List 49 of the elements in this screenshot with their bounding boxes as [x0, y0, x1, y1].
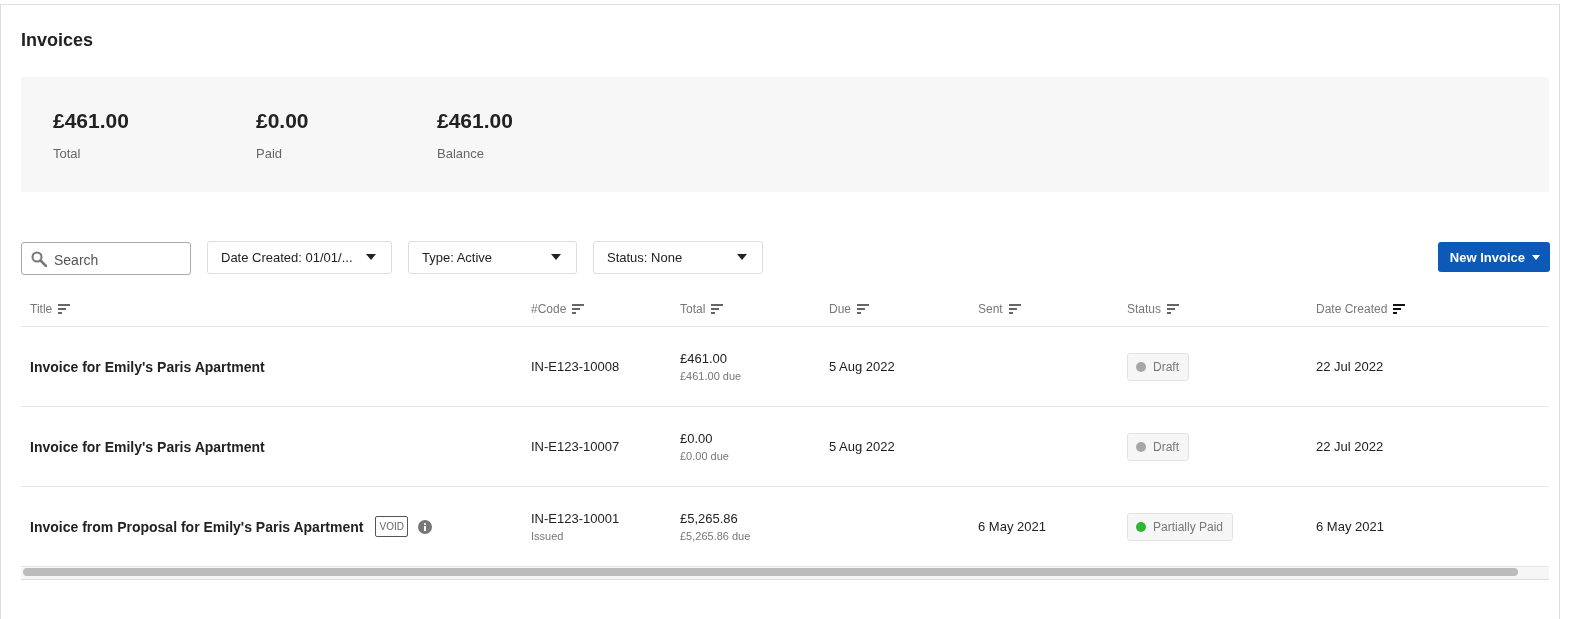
- summary-label: Total: [53, 145, 82, 161]
- status-badge: Draft: [1127, 432, 1189, 461]
- due-date: 5 Aug 2022: [829, 359, 895, 374]
- created-date: 22 Jul 2022: [1316, 359, 1384, 374]
- total-amount: £0.00: [680, 431, 713, 446]
- summary-label: Balance: [437, 145, 485, 161]
- invoice-code: IN-E123-10001: [531, 511, 620, 526]
- invoice-title[interactable]: Invoice from Proposal for Emily's Paris Apartment: [30, 518, 364, 535]
- status-badge: Partially Paid: [1127, 512, 1234, 541]
- invoice-code: IN-E123-10007: [531, 439, 620, 454]
- new-invoice-button[interactable]: New Invoice: [1437, 242, 1550, 272]
- info-icon: [417, 519, 432, 534]
- summary-amount: £0.00: [256, 108, 310, 133]
- amount-due: £5,265.86 due: [680, 530, 751, 542]
- column-header[interactable]: Status: [1118, 301, 1180, 316]
- amount-due: £0.00 due: [680, 450, 729, 462]
- search-icon: [31, 251, 47, 267]
- total-amount: £5,265.86: [680, 511, 738, 526]
- invoice-code: IN-E123-10008: [531, 359, 620, 374]
- filter-dropdown[interactable]: Type: Active: [408, 240, 577, 274]
- summary-amount: £461.00: [437, 108, 513, 133]
- scrollbar[interactable]: [23, 568, 1518, 576]
- filter-dropdown[interactable]: Status: None: [593, 240, 763, 274]
- column-header[interactable]: Date Created: [1307, 301, 1406, 316]
- column-header[interactable]: Total: [671, 301, 724, 316]
- caret-icon: [737, 254, 747, 260]
- summary-label: Paid: [256, 145, 284, 161]
- page-title: Invoices: [21, 29, 95, 52]
- caret-icon: [1532, 254, 1540, 260]
- column-header[interactable]: Due: [820, 301, 869, 316]
- created-date: 6 May 2021: [1316, 519, 1384, 534]
- amount-due: £461.00 due: [680, 370, 742, 382]
- sent-date: 6 May 2021: [978, 519, 1046, 534]
- search-field[interactable]: Search: [21, 242, 191, 275]
- created-date: 22 Jul 2022: [1316, 439, 1384, 454]
- column-header[interactable]: #Code: [522, 301, 585, 316]
- caret-icon: [366, 254, 376, 260]
- total-amount: £461.00: [680, 351, 727, 366]
- void-badge: VOID: [375, 516, 408, 537]
- invoice-title[interactable]: Invoice for Emily's Paris Apartment: [30, 438, 265, 455]
- caret-icon: [551, 254, 561, 260]
- column-header[interactable]: Sent: [969, 301, 1021, 316]
- due-date: 5 Aug 2022: [829, 439, 895, 454]
- summary-amount: £461.00: [53, 108, 130, 133]
- code-note: Issued: [531, 530, 564, 542]
- invoice-title[interactable]: Invoice for Emily's Paris Apartment: [30, 358, 265, 375]
- column-header[interactable]: Title: [21, 301, 71, 316]
- status-badge: Draft: [1127, 352, 1189, 381]
- filter-dropdown[interactable]: Date Created: 01/01/...: [207, 240, 392, 274]
